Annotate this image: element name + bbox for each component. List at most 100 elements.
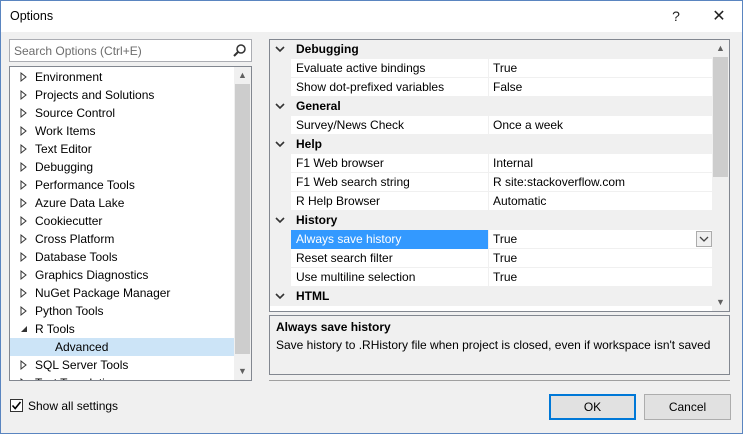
collapse-arrow-icon[interactable]: [273, 135, 287, 154]
category-label: History: [296, 213, 338, 227]
tree-item[interactable]: Text Templating: [10, 374, 234, 380]
tree-item[interactable]: Graphics Diagnostics: [10, 266, 234, 284]
tree-item-label: Source Control: [35, 106, 116, 120]
tree-item[interactable]: Text Editor: [10, 140, 234, 158]
help-button[interactable]: ?: [657, 1, 695, 32]
collapse-arrow-icon[interactable]: [273, 97, 287, 116]
tree-item[interactable]: Performance Tools: [10, 176, 234, 194]
checkbox-box[interactable]: [10, 399, 23, 412]
search-box: [9, 39, 252, 62]
property-row[interactable]: Use multiline selection True: [270, 268, 713, 287]
collapse-arrow-icon[interactable]: [273, 40, 287, 59]
property-name[interactable]: F1 Web search string: [290, 173, 488, 192]
grid-scrollbar[interactable]: ▲ ▼: [712, 40, 729, 311]
collapsed-arrow-icon[interactable]: [19, 374, 29, 380]
scroll-down-icon[interactable]: ▼: [234, 363, 251, 380]
collapsed-arrow-icon[interactable]: [19, 158, 29, 176]
tree-scrollbar[interactable]: ▲ ▼: [234, 67, 251, 380]
ok-button[interactable]: OK: [549, 394, 636, 420]
collapse-arrow-icon[interactable]: [273, 211, 287, 230]
search-input[interactable]: [10, 40, 228, 61]
property-row[interactable]: Evaluate active bindings True: [270, 59, 713, 78]
collapsed-arrow-icon[interactable]: [19, 212, 29, 230]
collapsed-arrow-icon[interactable]: [19, 140, 29, 158]
scroll-down-icon[interactable]: ▼: [712, 294, 729, 311]
scroll-up-icon[interactable]: ▲: [712, 40, 729, 57]
property-value[interactable]: True: [488, 59, 713, 78]
tree-item[interactable]: NuGet Package Manager: [10, 284, 234, 302]
scroll-up-icon[interactable]: ▲: [234, 67, 251, 84]
category-row[interactable]: HTML: [270, 287, 713, 306]
tree-item[interactable]: Database Tools: [10, 248, 234, 266]
tree-item[interactable]: Cross Platform: [10, 230, 234, 248]
property-name[interactable]: Reset search filter: [290, 249, 488, 268]
show-all-settings-label: Show all settings: [28, 399, 119, 413]
property-name[interactable]: Survey/News Check: [290, 116, 488, 135]
collapsed-arrow-icon[interactable]: [19, 266, 29, 284]
tree-item[interactable]: Azure Data Lake: [10, 194, 234, 212]
row-gutter: [270, 154, 290, 173]
tree-item-label: Database Tools: [35, 250, 118, 264]
category-row[interactable]: Debugging: [270, 40, 713, 59]
property-value[interactable]: True: [488, 249, 713, 268]
scroll-thumb[interactable]: [713, 57, 728, 177]
tree-item[interactable]: Advanced: [10, 338, 234, 356]
collapsed-arrow-icon[interactable]: [19, 248, 29, 266]
property-value[interactable]: Once a week: [488, 116, 713, 135]
property-value[interactable]: Internal: [488, 154, 713, 173]
property-row[interactable]: Always save history True: [270, 230, 713, 249]
property-value[interactable]: R site:stackoverflow.com: [488, 173, 713, 192]
collapsed-arrow-icon[interactable]: [19, 104, 29, 122]
tree-item[interactable]: Cookiecutter: [10, 212, 234, 230]
scroll-thumb[interactable]: [235, 84, 250, 354]
search-icon[interactable]: [232, 43, 247, 58]
tree-item[interactable]: Projects and Solutions: [10, 86, 234, 104]
category-row[interactable]: General: [270, 97, 713, 116]
collapsed-arrow-icon[interactable]: [19, 122, 29, 140]
expanded-arrow-icon[interactable]: [19, 320, 29, 338]
category-row[interactable]: History: [270, 211, 713, 230]
property-name[interactable]: Show dot-prefixed variables: [290, 78, 488, 97]
property-name[interactable]: Always save history: [290, 230, 488, 249]
tree-item[interactable]: Source Control: [10, 104, 234, 122]
property-row[interactable]: R Help Browser Automatic: [270, 192, 713, 211]
property-value[interactable]: True: [488, 268, 713, 287]
tree-item-label: Graphics Diagnostics: [35, 268, 149, 282]
collapsed-arrow-icon[interactable]: [19, 68, 29, 86]
property-row[interactable]: F1 Web search string R site:stackoverflow…: [270, 173, 713, 192]
property-name[interactable]: Evaluate active bindings: [290, 59, 488, 78]
collapsed-arrow-icon[interactable]: [19, 176, 29, 194]
collapse-arrow-icon[interactable]: [273, 287, 287, 306]
property-value[interactable]: False: [488, 78, 713, 97]
tree-item[interactable]: Work Items: [10, 122, 234, 140]
collapsed-arrow-icon[interactable]: [19, 194, 29, 212]
cancel-button[interactable]: Cancel: [644, 394, 731, 420]
description-text: Save history to .RHistory file when proj…: [276, 338, 711, 352]
collapsed-arrow-icon[interactable]: [19, 284, 29, 302]
dropdown-arrow-icon[interactable]: [696, 231, 712, 247]
property-name[interactable]: Use multiline selection: [290, 268, 488, 287]
tree-item-label: R Tools: [35, 322, 75, 336]
tree-item[interactable]: SQL Server Tools: [10, 356, 234, 374]
tree-item[interactable]: Environment: [10, 68, 234, 86]
property-row[interactable]: Reset search filter True: [270, 249, 713, 268]
collapsed-arrow-icon[interactable]: [19, 86, 29, 104]
category-row[interactable]: Help: [270, 135, 713, 154]
collapsed-arrow-icon[interactable]: [19, 356, 29, 374]
tree-item-label: Performance Tools: [35, 178, 135, 192]
property-name[interactable]: F1 Web browser: [290, 154, 488, 173]
property-name[interactable]: R Help Browser: [290, 192, 488, 211]
tree-item[interactable]: Python Tools: [10, 302, 234, 320]
collapsed-arrow-icon[interactable]: [19, 230, 29, 248]
property-row[interactable]: Survey/News Check Once a week: [270, 116, 713, 135]
category-label: Debugging: [296, 42, 359, 56]
property-value[interactable]: Automatic: [488, 192, 713, 211]
close-button[interactable]: ✕: [700, 1, 738, 32]
category-label: HTML: [296, 289, 330, 303]
tree-item[interactable]: R Tools: [10, 320, 234, 338]
property-row[interactable]: F1 Web browser Internal: [270, 154, 713, 173]
collapsed-arrow-icon[interactable]: [19, 302, 29, 320]
tree-item[interactable]: Debugging: [10, 158, 234, 176]
property-value[interactable]: True: [488, 230, 713, 249]
property-row[interactable]: Show dot-prefixed variables False: [270, 78, 713, 97]
